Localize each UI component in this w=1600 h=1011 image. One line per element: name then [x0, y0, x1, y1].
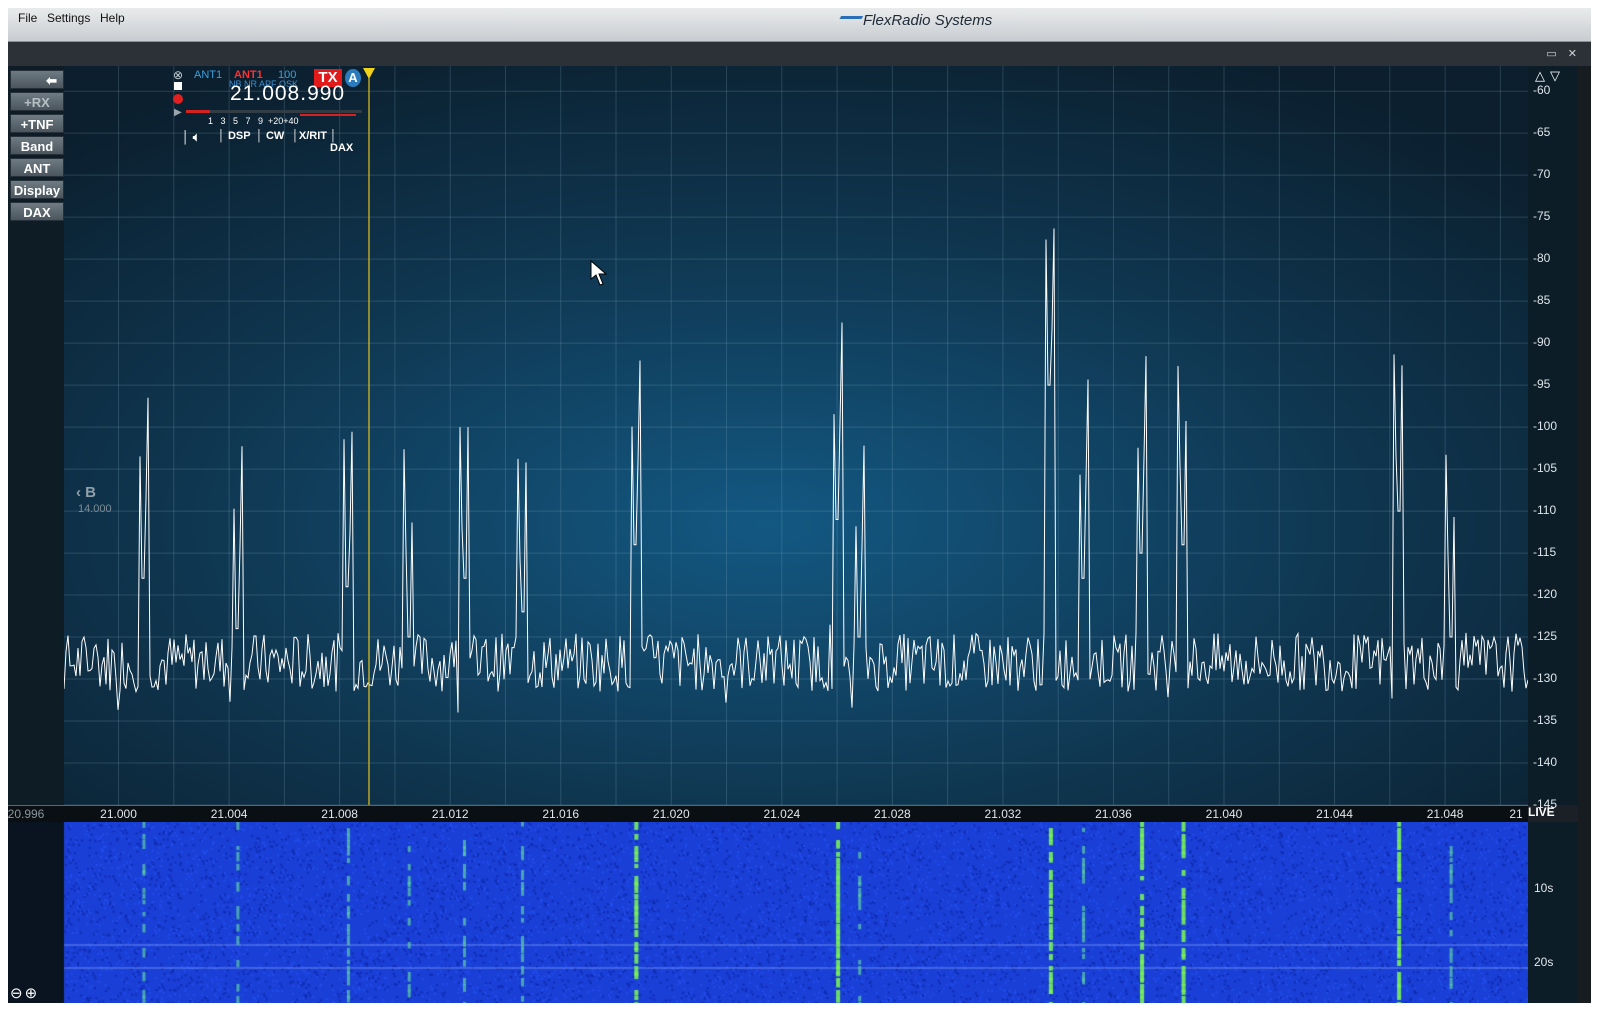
waterfall-time-10s: 10s — [1534, 881, 1554, 895]
frequency-label: 21.012 — [431, 807, 469, 821]
add-tnf-button[interactable]: +TNF — [10, 114, 64, 133]
s-meter-over-range — [300, 114, 356, 116]
db-scale-label: -130 — [1533, 671, 1558, 686]
db-scale-label: -125 — [1533, 629, 1558, 644]
scale-down-icon[interactable]: ▽ — [1550, 68, 1560, 84]
panadapter-title-bar — [8, 42, 1591, 67]
db-scale-label: -105 — [1533, 461, 1558, 476]
frequency-label: 21.044 — [1316, 807, 1353, 821]
xrit-tab-label: X/RIT — [298, 130, 327, 142]
slice-b-frequency: 14.000 — [78, 503, 112, 515]
db-scale-label: -140 — [1533, 755, 1558, 769]
brand-text: FlexRadio Systems — [863, 12, 993, 29]
menu-bar: File Settings Help FlexRadio Systems — [8, 8, 1591, 42]
menu-file[interactable]: File — [18, 11, 37, 25]
spectrum-background — [8, 66, 1528, 805]
ant-button[interactable]: ANT — [10, 158, 64, 177]
db-scale-label: -75 — [1533, 209, 1551, 224]
dsp-tab[interactable]: │ DSP — [218, 130, 251, 142]
cw-tab-label: CW — [265, 130, 285, 142]
pan-window-controls[interactable]: ▭ ✕ — [1546, 47, 1581, 60]
display-button[interactable]: Display — [10, 180, 64, 199]
menu-help[interactable]: Help — [100, 11, 125, 25]
frequency-label: 21.024 — [763, 807, 801, 821]
s-meter-track — [186, 110, 362, 113]
db-scale-label: -85 — [1533, 293, 1551, 308]
frequency-label: 21.000 — [100, 807, 137, 821]
play-icon[interactable]: ▶ — [174, 107, 182, 118]
frequency-label: 21.048 — [1426, 807, 1464, 821]
vfo-frequency[interactable]: 21.008.990 — [230, 82, 345, 106]
collapse-sidebar-button[interactable]: ⬅ — [10, 70, 64, 89]
frequency-label: 21.016 — [542, 807, 580, 821]
zoom-controls[interactable]: ⊖⊕ — [10, 984, 39, 1002]
frequency-label: 21.036 — [1095, 807, 1132, 821]
panadapter-area: ⬅ +RX +TNF Band ANT Display DAX ‹ B 14.0… — [8, 66, 1591, 1003]
frequency-label: 21 — [1509, 807, 1523, 821]
lock-icon[interactable] — [174, 82, 182, 90]
right-scroll-strip[interactable] — [1578, 66, 1591, 1003]
db-scale-label: -95 — [1533, 377, 1551, 392]
slice-a-badge[interactable]: A — [345, 69, 361, 87]
record-icon[interactable] — [173, 94, 183, 104]
rx-antenna[interactable]: ANT1 — [194, 69, 222, 81]
db-scale-label: -65 — [1533, 125, 1551, 140]
close-slice-icon[interactable]: ⊗ — [173, 68, 183, 82]
waterfall-time-20s: 20s — [1534, 955, 1554, 969]
s-meter-scale: 1 3 5 7 9 +20+40 — [208, 116, 299, 126]
frequency-label: 21.020 — [652, 807, 690, 821]
slice-b-letter: B — [85, 484, 97, 501]
frequency-label: 20.996 — [8, 807, 45, 821]
slice-a-flag: ⊗ ▶ ANT1 ANT1 100 NB NR APF QSK TX A 21.… — [170, 68, 362, 154]
frequency-label: 21.008 — [321, 807, 358, 821]
frequency-label: 21.028 — [874, 807, 911, 821]
brand-swoosh-icon — [834, 15, 864, 27]
db-scale-label: -135 — [1533, 713, 1558, 728]
dax-button[interactable]: DAX — [10, 202, 64, 221]
frequency-label: 21.032 — [984, 807, 1022, 821]
brand-logo: FlexRadio Systems — [834, 12, 993, 29]
cw-tab[interactable]: │ CW — [256, 130, 284, 142]
db-scale-label: -115 — [1533, 545, 1557, 560]
speaker-icon[interactable]: │ 🔈︎ — [182, 130, 200, 145]
add-rx-button[interactable]: +RX — [10, 92, 64, 111]
dax-tab[interactable]: │ DAX — [330, 130, 362, 154]
db-scale-label: -120 — [1533, 587, 1558, 602]
s-meter-level — [186, 110, 210, 113]
waterfall-display[interactable] — [8, 822, 1528, 1003]
dax-tab-label: DAX — [330, 142, 354, 154]
spectrum-display[interactable] — [8, 66, 1528, 805]
flexradio-window: File Settings Help FlexRadio Systems ▭ ✕… — [8, 8, 1591, 1003]
db-scale-label: -110 — [1533, 503, 1557, 518]
db-scale-label: -60 — [1533, 83, 1551, 98]
db-scale-label: -80 — [1533, 251, 1551, 266]
db-scale-label: -70 — [1533, 167, 1551, 182]
live-indicator: LIVE — [1528, 805, 1555, 819]
xrit-tab[interactable]: │X/RIT — [292, 130, 327, 142]
frequency-label: 21.040 — [1205, 807, 1243, 821]
db-scale-label: -90 — [1533, 335, 1551, 350]
frequency-label: 21.004 — [210, 807, 248, 821]
sidebar: ⬅ +RX +TNF Band ANT Display DAX — [8, 66, 64, 805]
menu-settings[interactable]: Settings — [47, 11, 90, 25]
slice-b-indicator[interactable]: ‹ B — [76, 484, 96, 501]
db-scale-label: -100 — [1533, 419, 1558, 434]
band-button[interactable]: Band — [10, 136, 64, 155]
scale-up-icon[interactable]: △ — [1535, 68, 1545, 84]
dsp-tab-label: DSP — [227, 130, 251, 142]
